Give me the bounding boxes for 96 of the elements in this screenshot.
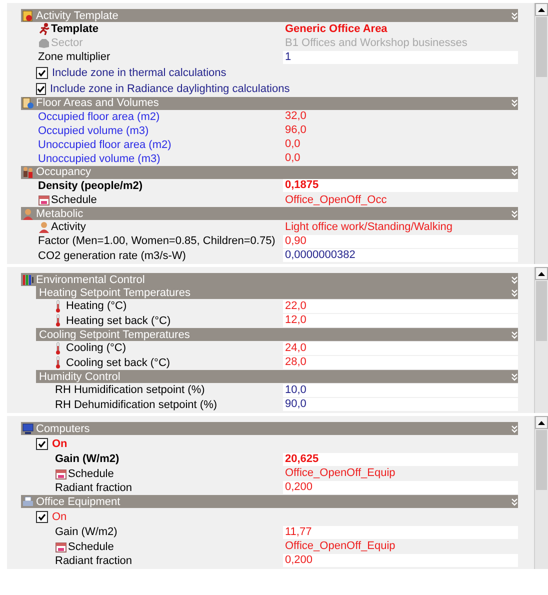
person-icon — [22, 208, 34, 220]
value-field[interactable]: 0,1875 — [283, 179, 518, 192]
value-field[interactable]: 22,0 — [283, 300, 518, 313]
property-label: Occupied floor area (m2) — [38, 110, 160, 122]
scrollbar-thumb[interactable] — [536, 430, 547, 490]
property-label: Schedule — [51, 194, 97, 206]
scrollbar[interactable] — [534, 3, 548, 264]
property-label: Template — [51, 23, 98, 35]
monitor-icon — [22, 422, 34, 434]
calendar-icon — [55, 468, 67, 480]
value-field[interactable]: 24,0 — [283, 342, 518, 355]
collapse-icon[interactable] — [511, 210, 518, 218]
collapse-icon[interactable] — [511, 498, 518, 506]
scrollbar[interactable] — [534, 267, 548, 413]
scrollbar-thumb[interactable] — [536, 281, 547, 341]
collapse-icon[interactable] — [511, 99, 518, 107]
property-value: B1 Offices and Workshop businesses — [284, 36, 468, 50]
checkbox-label[interactable]: Include zone in Radiance daylighting calculations — [50, 82, 290, 94]
section-header[interactable]: Activity Template — [21, 9, 518, 22]
collapse-icon[interactable] — [511, 168, 518, 176]
calendar-icon — [55, 540, 67, 552]
bars-icon — [22, 274, 34, 286]
checkbox-label[interactable]: Include zone in thermal calculations — [52, 66, 226, 78]
property-label: Zone multiplier — [38, 51, 110, 64]
property-value: 0,0 — [284, 138, 302, 151]
people-icon — [22, 166, 34, 178]
property-label: Unoccupied floor area (m2) — [38, 138, 172, 150]
property-label: Factor (Men=1.00, Women=0.85, Children=0.75) — [38, 235, 276, 248]
checkbox[interactable] — [36, 438, 48, 450]
property-label: Gain (W/m2) — [55, 453, 120, 466]
property-label: RH Dehumidification setpoint (%) — [55, 398, 218, 411]
person-icon — [38, 221, 50, 233]
collapse-icon[interactable] — [511, 276, 518, 284]
scrollbar[interactable] — [534, 416, 548, 569]
section-header[interactable]: Floor Areas and Volumes — [21, 96, 518, 110]
collapse-icon[interactable] — [511, 330, 518, 338]
property-label: Density (people/m2) — [38, 180, 143, 192]
collapse-icon[interactable] — [511, 12, 518, 20]
checkbox[interactable] — [36, 510, 48, 522]
property-value: 32,0 — [284, 110, 308, 123]
property-label: Gain (W/m2) — [55, 526, 118, 538]
property-label: Cooling (°C) — [66, 342, 126, 354]
property-label: Unoccupied volume (m3) — [38, 152, 160, 164]
property-value: Office_OpenOff_Equip — [284, 540, 396, 553]
collapse-icon[interactable] — [511, 288, 518, 296]
section-header[interactable]: Metabolic — [21, 207, 518, 220]
scroll-up-icon[interactable] — [538, 8, 545, 12]
value-field[interactable]: 0,0000000382 — [283, 249, 518, 262]
subsection-header[interactable]: Heating Setpoint Temperatures — [36, 286, 518, 299]
runner-icon — [38, 23, 50, 35]
value-field[interactable]: 11,77 — [283, 526, 518, 539]
collapse-icon[interactable] — [511, 372, 518, 380]
property-label: RH Humidification setpoint (%) — [55, 384, 205, 396]
property-label: Heating set back (°C) — [66, 314, 171, 327]
value-field[interactable]: 10,0 — [283, 384, 518, 397]
scrollbar-thumb[interactable] — [536, 17, 547, 77]
property-label: Radiant fraction — [55, 482, 132, 494]
subsection-header[interactable]: Cooling Setpoint Temperatures — [36, 328, 518, 341]
property-label: Schedule — [68, 540, 114, 552]
section-header[interactable]: Occupancy — [21, 166, 518, 178]
value-field[interactable]: 12,0 — [283, 314, 518, 328]
value-field[interactable]: 1 — [283, 50, 518, 64]
property-label: Cooling set back (°C) — [66, 356, 170, 369]
section-header[interactable]: Office Equipment — [21, 495, 518, 508]
value-field[interactable]: 0,200 — [283, 481, 518, 494]
property-value: 0,0 — [284, 152, 302, 165]
property-label: Occupied volume (m3) — [38, 124, 149, 136]
calendar-icon — [38, 194, 50, 206]
scroll-up-icon[interactable] — [538, 420, 545, 424]
clipboard-icon — [22, 97, 34, 109]
printer-icon — [22, 496, 34, 508]
section-header[interactable]: Environmental Control — [21, 273, 518, 286]
value-field[interactable]: 20,625 — [283, 452, 518, 466]
subsection-header[interactable]: Humidity Control — [36, 370, 518, 383]
property-value: Office_OpenOff_Occ — [284, 194, 388, 206]
value-field[interactable]: 90,0 — [283, 398, 518, 412]
property-label: Heating (°C) — [66, 300, 127, 312]
scroll-up-icon[interactable] — [538, 272, 545, 276]
value-field[interactable]: 0,200 — [283, 554, 518, 568]
property-label: Activity — [51, 221, 86, 233]
checkbox-label[interactable]: On — [52, 438, 68, 450]
value-field[interactable]: 28,0 — [283, 356, 518, 370]
property-label: CO2 generation rate (m3/s-W) — [38, 250, 186, 262]
property-value: Light office work/Standing/Walking — [284, 220, 454, 234]
property-label: Sector — [51, 37, 83, 49]
checkbox[interactable] — [36, 82, 46, 94]
value-field[interactable]: 0,90 — [283, 234, 518, 248]
checkbox-label[interactable]: On — [52, 510, 67, 522]
checkbox[interactable] — [36, 66, 48, 78]
section-header[interactable]: Computers — [21, 422, 518, 435]
property-value: Generic Office Area — [284, 22, 388, 36]
property-label: Schedule — [68, 468, 114, 480]
collapse-icon[interactable] — [511, 424, 518, 432]
property-label: Radiant fraction — [55, 554, 132, 567]
property-value: 96,0 — [284, 124, 308, 137]
property-value: Office_OpenOff_Equip — [284, 467, 396, 480]
